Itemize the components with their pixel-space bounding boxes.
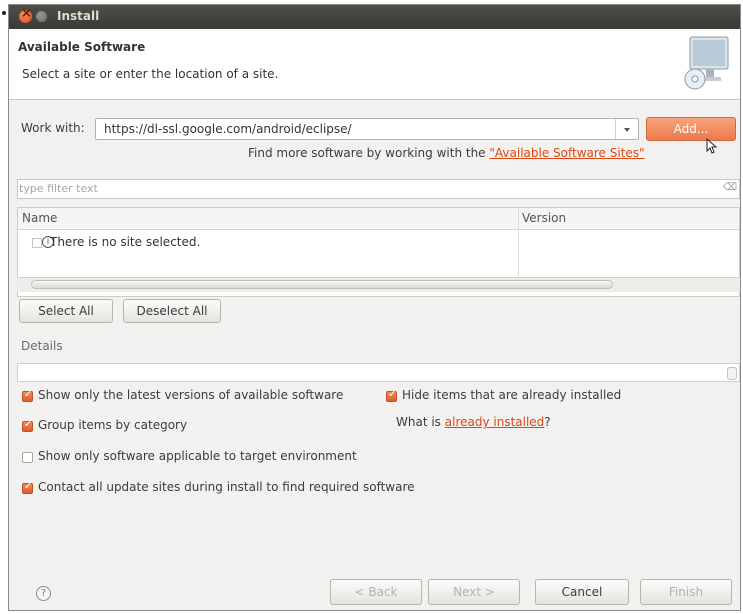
latest-versions-checkbox[interactable]	[22, 389, 33, 402]
work-with-value: https://dl-ssl.google.com/android/eclips…	[104, 122, 352, 136]
close-icon[interactable]	[19, 6, 32, 23]
list-bullet	[2, 11, 6, 15]
already-installed-text: What is already installed?	[396, 415, 551, 429]
scrollbar-thumb[interactable]	[31, 280, 613, 289]
already-installed-suffix: ?	[544, 415, 551, 429]
column-divider	[518, 208, 519, 276]
row-name: There is no site selected.	[50, 235, 201, 249]
latest-versions-label: Show only the latest versions of availab…	[38, 388, 344, 402]
hide-installed-label: Hide items that are already installed	[402, 388, 622, 402]
contact-update-sites-checkbox[interactable]	[22, 481, 33, 494]
deselect-all-button[interactable]: Deselect All	[123, 299, 221, 323]
minimize-icon[interactable]	[36, 11, 47, 22]
filter-input[interactable]: type filter text ⌫	[17, 179, 740, 199]
already-installed-prefix: What is	[396, 415, 445, 429]
horizontal-scrollbar[interactable]	[17, 277, 740, 292]
target-environment-label: Show only software applicable to target …	[38, 449, 357, 463]
target-environment-checkbox[interactable]	[22, 452, 33, 463]
banner-subtitle: Select a site or enter the location of a…	[22, 67, 279, 81]
select-all-button[interactable]: Select All	[19, 299, 113, 323]
finish-button[interactable]: Finish	[640, 579, 732, 605]
details-scrollbar[interactable]	[727, 367, 737, 380]
hint-prefix: Find more software by working with the	[248, 146, 490, 160]
row-checkbox[interactable]	[32, 238, 42, 248]
table-header: Name Version	[18, 208, 739, 230]
group-by-category-label: Group items by category	[38, 418, 188, 432]
column-version[interactable]: Version	[522, 211, 566, 225]
group-by-category-checkbox[interactable]	[22, 419, 33, 432]
mouse-pointer-icon	[706, 138, 718, 154]
title-bar: Install	[9, 5, 740, 29]
work-with-combo[interactable]: https://dl-ssl.google.com/android/eclips…	[95, 118, 639, 140]
contact-update-sites-label: Contact all update sites during install …	[38, 480, 415, 494]
details-label: Details	[21, 339, 63, 353]
work-with-label: Work with:	[21, 121, 85, 135]
next-button[interactable]: Next >	[428, 579, 520, 605]
already-installed-link[interactable]: already installed	[445, 415, 545, 429]
install-dialog: Install Available Software Select a site…	[8, 4, 741, 611]
window-title: Install	[57, 9, 100, 23]
more-software-hint: Find more software by working with the "…	[248, 146, 645, 160]
column-name[interactable]: Name	[22, 211, 57, 225]
available-sites-link[interactable]: "Available Software Sites"	[489, 146, 644, 160]
help-icon[interactable]: ?	[36, 586, 51, 601]
back-button[interactable]: < Back	[330, 579, 422, 605]
hide-installed-checkbox[interactable]	[386, 389, 397, 402]
add-site-button[interactable]: Add...	[646, 117, 736, 141]
chevron-down-icon[interactable]	[615, 119, 638, 139]
install-monitor-icon	[684, 36, 729, 90]
clear-filter-icon[interactable]: ⌫	[723, 182, 737, 193]
filter-placeholder: type filter text	[19, 182, 98, 195]
header-banner: Available Software Select a site or ente…	[9, 29, 740, 100]
details-area	[17, 363, 740, 382]
cancel-button[interactable]: Cancel	[535, 579, 629, 605]
banner-title: Available Software	[18, 40, 146, 54]
